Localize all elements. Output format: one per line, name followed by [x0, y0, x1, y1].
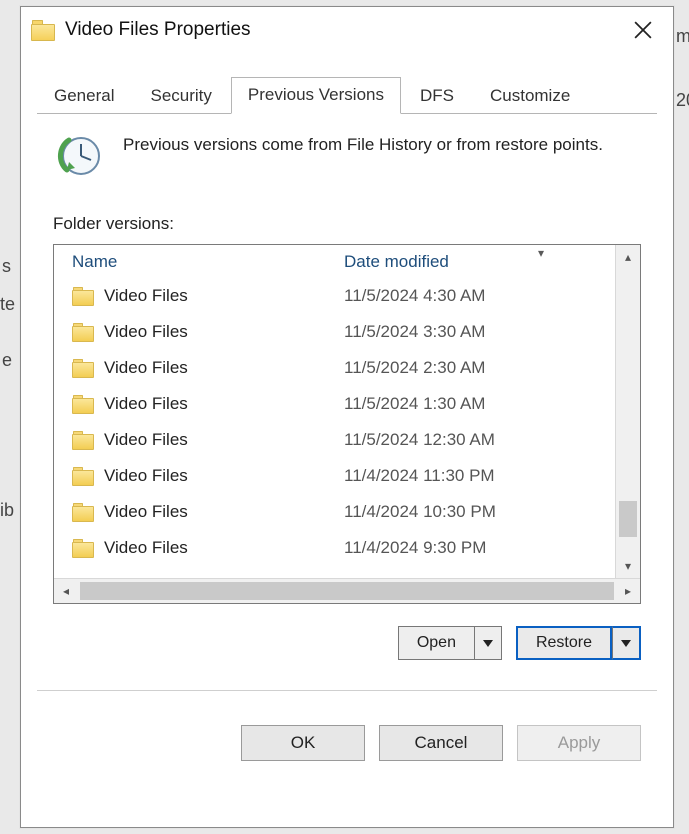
cell-date: 11/5/2024 4:30 AM: [344, 286, 616, 306]
restore-button[interactable]: Restore: [516, 626, 612, 660]
scroll-thumb[interactable]: [619, 501, 637, 537]
cell-name: Video Files: [72, 502, 344, 522]
list-header: Name Date modified ▾: [54, 245, 616, 278]
tab-previous-versions[interactable]: Previous Versions: [231, 77, 401, 114]
apply-button: Apply: [517, 725, 641, 761]
separator: [37, 690, 657, 691]
close-icon: [634, 21, 652, 39]
list-item[interactable]: Video Files 11/4/2024 10:30 PM: [58, 494, 616, 530]
list-item[interactable]: Video Files 11/5/2024 1:30 AM: [58, 386, 616, 422]
list-item[interactable]: Video Files 11/4/2024 11:30 PM: [58, 458, 616, 494]
cell-name: Video Files: [72, 430, 344, 450]
cell-date: 11/4/2024 10:30 PM: [344, 502, 616, 522]
folder-versions-list: Name Date modified ▾ Video Files 11/5/202…: [53, 244, 641, 604]
row-name: Video Files: [104, 286, 188, 306]
cell-date: 11/4/2024 9:30 PM: [344, 538, 616, 558]
ok-button[interactable]: OK: [241, 725, 365, 761]
bg-fragment: e: [2, 350, 12, 371]
folder-icon: [31, 20, 55, 40]
cancel-button[interactable]: Cancel: [379, 725, 503, 761]
sort-indicator-icon: ▾: [538, 246, 544, 260]
chevron-down-icon: [621, 640, 631, 647]
restore-dropdown[interactable]: [612, 626, 641, 660]
window-title: Video Files Properties: [65, 19, 251, 41]
folder-icon: [72, 431, 94, 449]
tab-general[interactable]: General: [37, 78, 131, 114]
folder-icon: [72, 395, 94, 413]
cell-name: Video Files: [72, 358, 344, 378]
folder-icon: [72, 539, 94, 557]
row-name: Video Files: [104, 538, 188, 558]
restore-split-button[interactable]: Restore: [516, 626, 641, 660]
cell-name: Video Files: [72, 322, 344, 342]
scroll-up-icon[interactable]: ▴: [616, 245, 640, 269]
vertical-scrollbar[interactable]: ▴ ▾: [615, 245, 640, 578]
folder-icon: [72, 359, 94, 377]
tabstrip: General Security Previous Versions DFS C…: [37, 75, 657, 114]
row-name: Video Files: [104, 394, 188, 414]
row-name: Video Files: [104, 466, 188, 486]
bg-fragment: m: [676, 26, 689, 47]
bg-fragment: s: [2, 256, 11, 277]
list-item[interactable]: Video Files 11/5/2024 2:30 AM: [58, 350, 616, 386]
intro-text: Previous versions come from File History…: [123, 132, 603, 180]
cell-name: Video Files: [72, 466, 344, 486]
folder-icon: [72, 467, 94, 485]
properties-dialog: Video Files Properties General Security …: [20, 6, 674, 828]
open-dropdown[interactable]: [475, 626, 502, 660]
folder-icon: [72, 503, 94, 521]
chevron-down-icon: [483, 640, 493, 647]
tab-customize[interactable]: Customize: [473, 78, 587, 114]
cell-date: 11/4/2024 11:30 PM: [344, 466, 616, 486]
cell-date: 11/5/2024 3:30 AM: [344, 322, 616, 342]
folder-icon: [72, 323, 94, 341]
open-split-button[interactable]: Open: [398, 626, 502, 660]
tab-dfs[interactable]: DFS: [403, 78, 471, 114]
list-item[interactable]: Video Files 11/4/2024 9:30 PM: [58, 530, 616, 566]
tab-security[interactable]: Security: [133, 78, 228, 114]
row-name: Video Files: [104, 358, 188, 378]
open-button[interactable]: Open: [398, 626, 475, 660]
history-clock-icon: [53, 132, 101, 180]
cell-date: 11/5/2024 1:30 AM: [344, 394, 616, 414]
section-label: Folder versions:: [53, 214, 641, 234]
bg-fragment: te: [0, 294, 15, 315]
close-button[interactable]: [613, 7, 673, 53]
cell-name: Video Files: [72, 394, 344, 414]
tab-panel-previous-versions: Previous versions come from File History…: [37, 114, 657, 707]
bg-fragment: 20: [676, 90, 689, 111]
cell-name: Video Files: [72, 538, 344, 558]
row-name: Video Files: [104, 322, 188, 342]
column-date-modified[interactable]: Date modified ▾: [344, 252, 616, 272]
cell-name: Video Files: [72, 286, 344, 306]
cell-date: 11/5/2024 12:30 AM: [344, 430, 616, 450]
scroll-left-icon[interactable]: ◂: [54, 579, 78, 603]
list-item[interactable]: Video Files 11/5/2024 3:30 AM: [58, 314, 616, 350]
row-name: Video Files: [104, 430, 188, 450]
cell-date: 11/5/2024 2:30 AM: [344, 358, 616, 378]
column-date-label: Date modified: [344, 252, 449, 271]
dialog-button-row: OK Cancel Apply: [37, 707, 657, 761]
titlebar: Video Files Properties: [21, 7, 673, 53]
list-item[interactable]: Video Files 11/5/2024 4:30 AM: [58, 278, 616, 314]
folder-icon: [72, 287, 94, 305]
row-name: Video Files: [104, 502, 188, 522]
horizontal-scrollbar[interactable]: ◂ ▸: [54, 578, 640, 603]
column-name[interactable]: Name: [72, 252, 344, 272]
scroll-right-icon[interactable]: ▸: [616, 579, 640, 603]
bg-fragment: ib: [0, 500, 14, 521]
hscroll-thumb[interactable]: [80, 582, 614, 600]
list-item[interactable]: Video Files 11/5/2024 12:30 AM: [58, 422, 616, 458]
scroll-down-icon[interactable]: ▾: [616, 554, 640, 578]
